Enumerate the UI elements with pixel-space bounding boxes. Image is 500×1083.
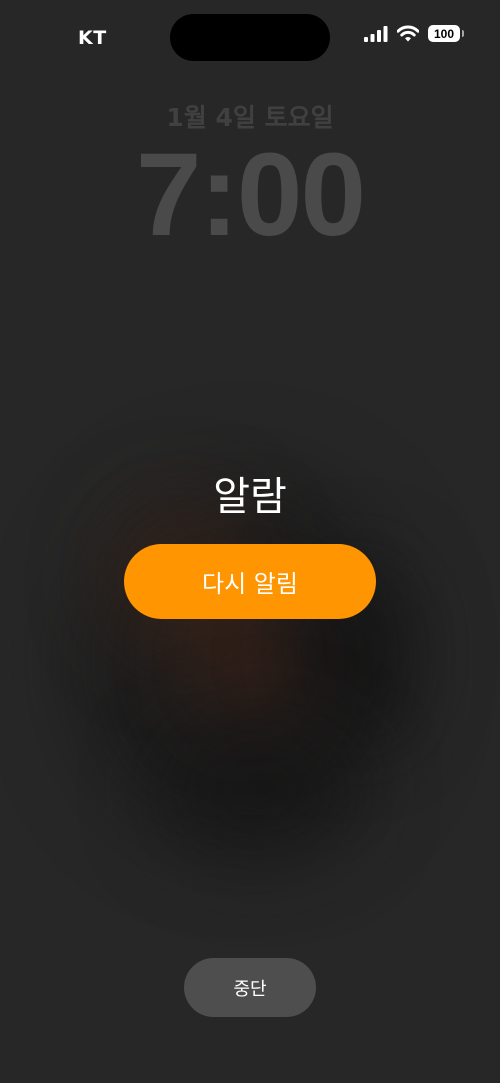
stop-button[interactable]: 중단: [184, 958, 316, 1017]
dynamic-island: [170, 14, 330, 61]
alarm-title: 알람: [213, 474, 287, 520]
status-icons: 100: [364, 25, 464, 42]
lock-clock: 7:00: [135, 129, 366, 261]
snooze-button[interactable]: 다시 알림: [124, 544, 376, 619]
wifi-icon: [397, 25, 419, 42]
signal-bars-icon: [364, 25, 388, 42]
carrier-name: KT: [78, 27, 107, 49]
battery-level: 100: [433, 26, 455, 41]
alarm-screen: KT 100 1월 4일 토요일 7:00 알람 다시 알림 중단: [0, 0, 500, 1083]
battery-icon: 100: [428, 25, 464, 42]
